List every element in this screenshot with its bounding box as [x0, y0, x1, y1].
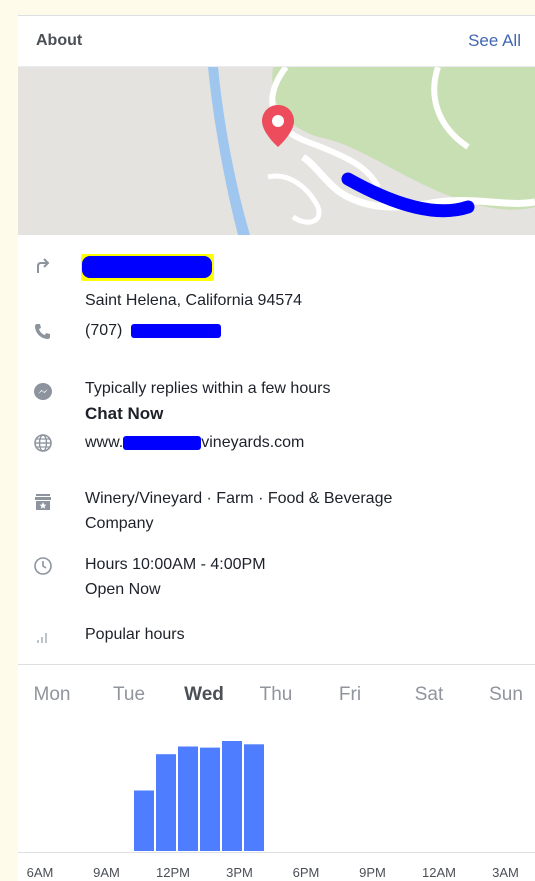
- globe-icon: [34, 434, 52, 452]
- day-tab-fri[interactable]: Fri: [339, 684, 361, 706]
- day-tab-sat[interactable]: Sat: [415, 684, 444, 706]
- clock-icon: [34, 557, 52, 575]
- time-tick-label: 9AM: [93, 865, 120, 880]
- time-tick-label: 12PM: [156, 865, 190, 880]
- time-tick-label: 6AM: [26, 865, 54, 880]
- section-divider: [18, 664, 535, 665]
- day-selector: Mon Tue Wed Thu Fri Sat Sun: [18, 684, 535, 714]
- directions-arrow-icon: [37, 258, 50, 273]
- time-tick-label: 3AM: [492, 865, 519, 880]
- phone-icon: [35, 324, 50, 339]
- address-city[interactable]: Saint Helena, California 94574: [85, 290, 302, 312]
- hours-label[interactable]: Hours 10:00AM - 4:00PM: [85, 554, 266, 576]
- hours-row: Hours 10:00AM - 4:00PM Open Now: [18, 552, 535, 602]
- website-prefix: www.: [85, 434, 124, 451]
- category-row: Winery/Vineyard · Farm · Food & Beverage…: [18, 486, 535, 536]
- phone-prefix: (707): [85, 322, 123, 339]
- open-now-status: Open Now: [85, 581, 161, 598]
- hour-bar-12pm[interactable]: [178, 746, 198, 852]
- address-row: Saint Helena, California 94574: [18, 248, 535, 309]
- category-line-1[interactable]: Winery/Vineyard · Farm · Food & Beverage: [85, 488, 392, 510]
- day-tab-sun[interactable]: Sun: [489, 684, 523, 706]
- time-tick-label: 6PM: [292, 865, 320, 880]
- about-header: About See All: [18, 16, 535, 67]
- hour-bar-2pm[interactable]: [222, 741, 242, 851]
- website-row: www. vineyards.com: [18, 428, 535, 458]
- phone-row: (707): [18, 318, 535, 344]
- popular-hours-row: Popular hours: [18, 622, 535, 648]
- messenger-row: Typically replies within a few hours Cha…: [18, 368, 535, 423]
- address-redaction: [82, 256, 212, 278]
- hour-bar-3pm[interactable]: [244, 744, 264, 851]
- hour-bar-10am[interactable]: [134, 790, 154, 852]
- about-title: About: [36, 32, 83, 49]
- hour-bar-1pm[interactable]: [200, 747, 220, 851]
- about-card: About See All Saint Helena, California 9…: [18, 15, 535, 881]
- day-tab-thu[interactable]: Thu: [260, 684, 293, 706]
- storefront-icon: [35, 494, 51, 510]
- day-tab-wed[interactable]: Wed: [184, 684, 224, 706]
- phone-number[interactable]: (707): [85, 320, 221, 342]
- popular-hours-chart: [134, 741, 264, 852]
- time-tick-label: 3PM: [226, 865, 253, 880]
- time-tick-label: 9PM: [359, 865, 386, 880]
- chat-now-link[interactable]: Chat Now: [85, 403, 163, 425]
- category-line-2[interactable]: Company: [85, 513, 153, 535]
- messenger-icon: [34, 383, 52, 400]
- website-suffix: vineyards.com: [201, 434, 305, 451]
- popular-hours-label: Popular hours: [85, 626, 185, 643]
- location-map[interactable]: [18, 67, 535, 235]
- bar-signal-icon: [37, 633, 47, 643]
- messenger-status: Typically replies within a few hours: [85, 380, 331, 397]
- website-link[interactable]: www. vineyards.com: [85, 432, 304, 454]
- time-axis: 6AM 9AM 12PM 3PM 6PM 9PM 12AM 3AM: [18, 865, 535, 881]
- website-redaction: [123, 435, 202, 450]
- time-tick-label: 12AM: [422, 865, 456, 880]
- phone-redaction: [130, 323, 221, 338]
- chart-baseline-divider: [18, 852, 535, 853]
- day-tab-tue[interactable]: Tue: [113, 684, 145, 706]
- map-pin-icon: [262, 105, 294, 147]
- hour-bar-11am[interactable]: [156, 754, 176, 851]
- see-all-link[interactable]: See All: [468, 31, 521, 51]
- day-tab-mon[interactable]: Mon: [34, 684, 71, 706]
- map-graphic: [18, 67, 535, 235]
